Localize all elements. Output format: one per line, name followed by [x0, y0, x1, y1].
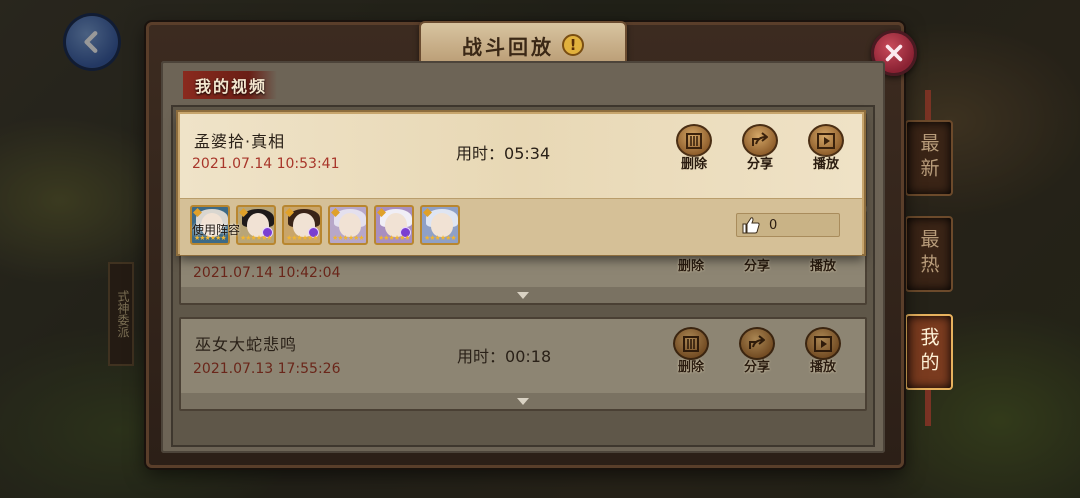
shikigami-portrait[interactable]: ★★★★★★ — [236, 205, 276, 245]
expand-arrow-icon — [517, 397, 529, 405]
expand-arrow-icon — [517, 291, 529, 299]
play-icon — [817, 132, 835, 149]
share-icon — [749, 334, 765, 349]
play-button[interactable]: 播放 — [803, 327, 843, 375]
share-label: 分享 — [746, 157, 773, 172]
tab-newest[interactable]: 最新 — [905, 120, 953, 196]
share-button[interactable]: 分享 — [737, 327, 777, 375]
play-icon — [814, 335, 832, 352]
play-label: 播放 — [809, 259, 836, 274]
video-card-expanded[interactable]: 孟婆拾·真相 2021.07.14 10:53:41 用时：05:34 删除 分… — [178, 112, 864, 255]
shikigami-portrait[interactable]: ★★★★★★ — [374, 205, 414, 245]
delete-label: 删除 — [677, 259, 704, 274]
delete-button[interactable]: 删除 — [674, 124, 714, 172]
video-date: 2021.07.14 10:53:41 — [192, 156, 340, 172]
thumbs-up-icon — [742, 217, 760, 234]
section-label-my-videos: 我的视频 — [183, 71, 278, 99]
share-icon — [752, 131, 768, 146]
video-name: 巫女大蛇悲鸣 — [195, 335, 298, 354]
expand-strip[interactable] — [181, 393, 865, 409]
tab-hottest[interactable]: 最热 — [905, 216, 953, 292]
delete-label: 删除 — [680, 157, 707, 172]
play-label: 播放 — [812, 157, 839, 172]
share-button[interactable]: 分享 — [740, 124, 780, 172]
info-icon[interactable]: ! — [562, 34, 584, 56]
tab-post — [925, 390, 931, 426]
video-date: 2021.07.13 17:55:26 — [193, 361, 341, 377]
duration-value: 00:18 — [505, 347, 552, 366]
expand-strip[interactable] — [181, 287, 865, 303]
play-button[interactable]: 播放 — [806, 124, 846, 172]
shikigami-portrait[interactable]: ★★★★★★ — [328, 205, 368, 245]
close-icon — [885, 44, 903, 62]
shrine-signboard: 式神委派 — [108, 262, 134, 366]
like-button[interactable]: 0 — [736, 213, 840, 237]
video-card[interactable]: 巫女大蛇悲鸣 2021.07.13 17:55:26 用时：00:18 删除 分… — [179, 317, 867, 411]
shikigami-portrait[interactable]: ★★★★★★ — [282, 205, 322, 245]
share-label: 分享 — [743, 259, 770, 274]
duration-value: 05:34 — [504, 144, 551, 163]
video-duration: 用时：05:34 — [456, 140, 550, 164]
duration-label: 用时： — [456, 144, 505, 163]
delete-icon — [686, 132, 702, 149]
video-card-header: 孟婆拾·真相 2021.07.14 10:53:41 用时：05:34 删除 分… — [180, 114, 862, 198]
delete-icon — [683, 335, 699, 352]
delete-button[interactable]: 删除 — [671, 327, 711, 375]
duration-label: 用时： — [457, 347, 506, 366]
dialog-title: 战斗回放 — [462, 34, 554, 59]
video-date: 2021.07.14 10:42:04 — [193, 265, 341, 281]
back-button[interactable] — [66, 16, 118, 68]
shikigami-portrait[interactable]: ★★★★★★ — [420, 205, 460, 245]
video-name: 孟婆拾·真相 — [194, 132, 286, 151]
like-count: 0 — [769, 217, 778, 233]
video-duration: 用时：00:18 — [457, 343, 551, 367]
tab-mine[interactable]: 我的 — [905, 314, 953, 390]
team-label: 使用阵容 — [192, 223, 241, 237]
video-card-details: ★★★★★★ ★★★★★★ ★★★★★★ ★★★★★★ ★★★★★★ ★★★★★… — [180, 198, 862, 255]
back-arrow-icon — [84, 31, 98, 53]
